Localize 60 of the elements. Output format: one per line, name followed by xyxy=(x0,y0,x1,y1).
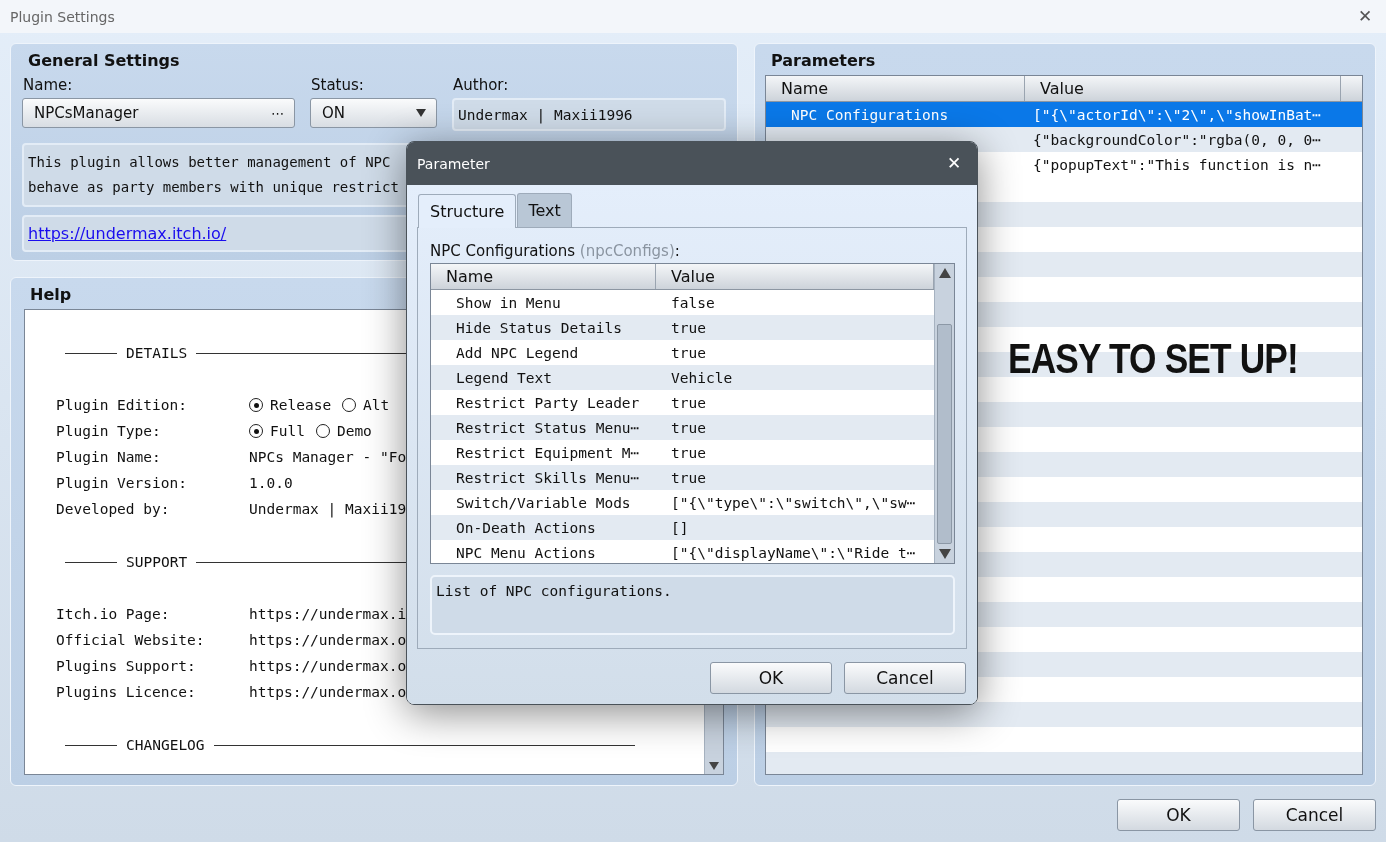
help-value: Undermax | Maxii19 xyxy=(249,501,407,517)
column-header[interactable]: Name xyxy=(431,264,656,289)
cancel-button[interactable]: Cancel xyxy=(1253,799,1376,831)
scroll-down-icon[interactable] xyxy=(708,761,720,771)
help-label: Plugin Edition: xyxy=(56,397,188,413)
help-value: https://undermax.o xyxy=(249,632,407,648)
radio-option[interactable]: Alt xyxy=(342,397,390,413)
close-button[interactable]: ✕ xyxy=(941,152,967,175)
help-value: https://undermax.o xyxy=(249,658,407,674)
close-button[interactable]: ✕ xyxy=(1354,6,1376,27)
ok-button[interactable]: OK xyxy=(710,662,832,694)
ok-button[interactable]: OK xyxy=(1117,799,1240,831)
dropdown-arrow-icon xyxy=(416,109,426,117)
panel-title: General Settings xyxy=(27,50,180,70)
panel-title: Help xyxy=(29,284,72,304)
help-value: https://undermax.o xyxy=(249,684,407,700)
radio-option[interactable]: Release xyxy=(249,397,332,413)
column-header[interactable]: Name xyxy=(766,76,1025,101)
website-link[interactable]: https://undermax.itch.io/ xyxy=(28,224,227,243)
help-label: Developed by: xyxy=(56,501,171,517)
help-value: NPCs Manager - "Fo xyxy=(249,449,407,465)
section-heading: SUPPORT xyxy=(126,554,188,570)
scroll-up-icon[interactable] xyxy=(937,267,952,279)
field-label: Status: xyxy=(310,76,365,94)
dialog-title: Parameter xyxy=(417,155,490,172)
help-value: https://undermax.i xyxy=(249,606,407,622)
table-row[interactable]: On-Death Actions [] xyxy=(431,515,934,540)
column-header[interactable]: Value xyxy=(1025,76,1341,101)
cancel-button[interactable]: Cancel xyxy=(844,662,966,694)
status-dropdown[interactable]: ON xyxy=(310,98,437,128)
help-label: Plugin Version: xyxy=(56,475,188,491)
help-label: Plugins Licence: xyxy=(56,684,197,700)
parameter-row[interactable]: NPC Configurations ["{\"actorId\":\"2\",\"showInBat⋯ xyxy=(766,102,1362,127)
description-box: List of NPC configurations. xyxy=(430,575,955,635)
panel-title: Parameters xyxy=(770,50,876,70)
section-heading: CHANGELOG xyxy=(126,737,205,753)
author-field[interactable]: Undermax | Maxii1996 xyxy=(452,98,726,131)
help-label: Itch.io Page: xyxy=(56,606,171,622)
table-row[interactable]: Restrict Skills Menu⋯ true xyxy=(431,465,934,490)
field-label: Author: xyxy=(452,76,510,94)
help-label: Plugins Support: xyxy=(56,658,197,674)
table-row[interactable]: Hide Status Details true xyxy=(431,315,934,340)
help-label: Plugin Name: xyxy=(56,449,162,465)
radio-option[interactable]: Full xyxy=(249,423,305,439)
window-title: Plugin Settings xyxy=(10,8,115,25)
table-row[interactable]: Restrict Status Menu⋯ true xyxy=(431,415,934,440)
tab[interactable]: Text xyxy=(517,193,572,227)
scrollbar[interactable] xyxy=(934,264,954,563)
field-label: NPC Configurations (npcConfigs): xyxy=(430,242,681,260)
name-field[interactable]: NPCsManager ⋯ xyxy=(22,98,295,128)
radio-option[interactable]: Demo xyxy=(315,423,372,439)
help-value: 1.0.0 xyxy=(249,475,293,491)
promo-text: EASY TO SET UP! xyxy=(1008,338,1298,380)
tab[interactable]: Structure xyxy=(418,194,517,228)
section-heading: DETAILS xyxy=(126,345,188,361)
scroll-down-icon[interactable] xyxy=(937,548,952,560)
field-label: Name: xyxy=(22,76,74,94)
help-label: Official Website: xyxy=(56,632,206,648)
help-label: Plugin Type: xyxy=(56,423,162,439)
table-row[interactable]: Legend Text Vehicle xyxy=(431,365,934,390)
